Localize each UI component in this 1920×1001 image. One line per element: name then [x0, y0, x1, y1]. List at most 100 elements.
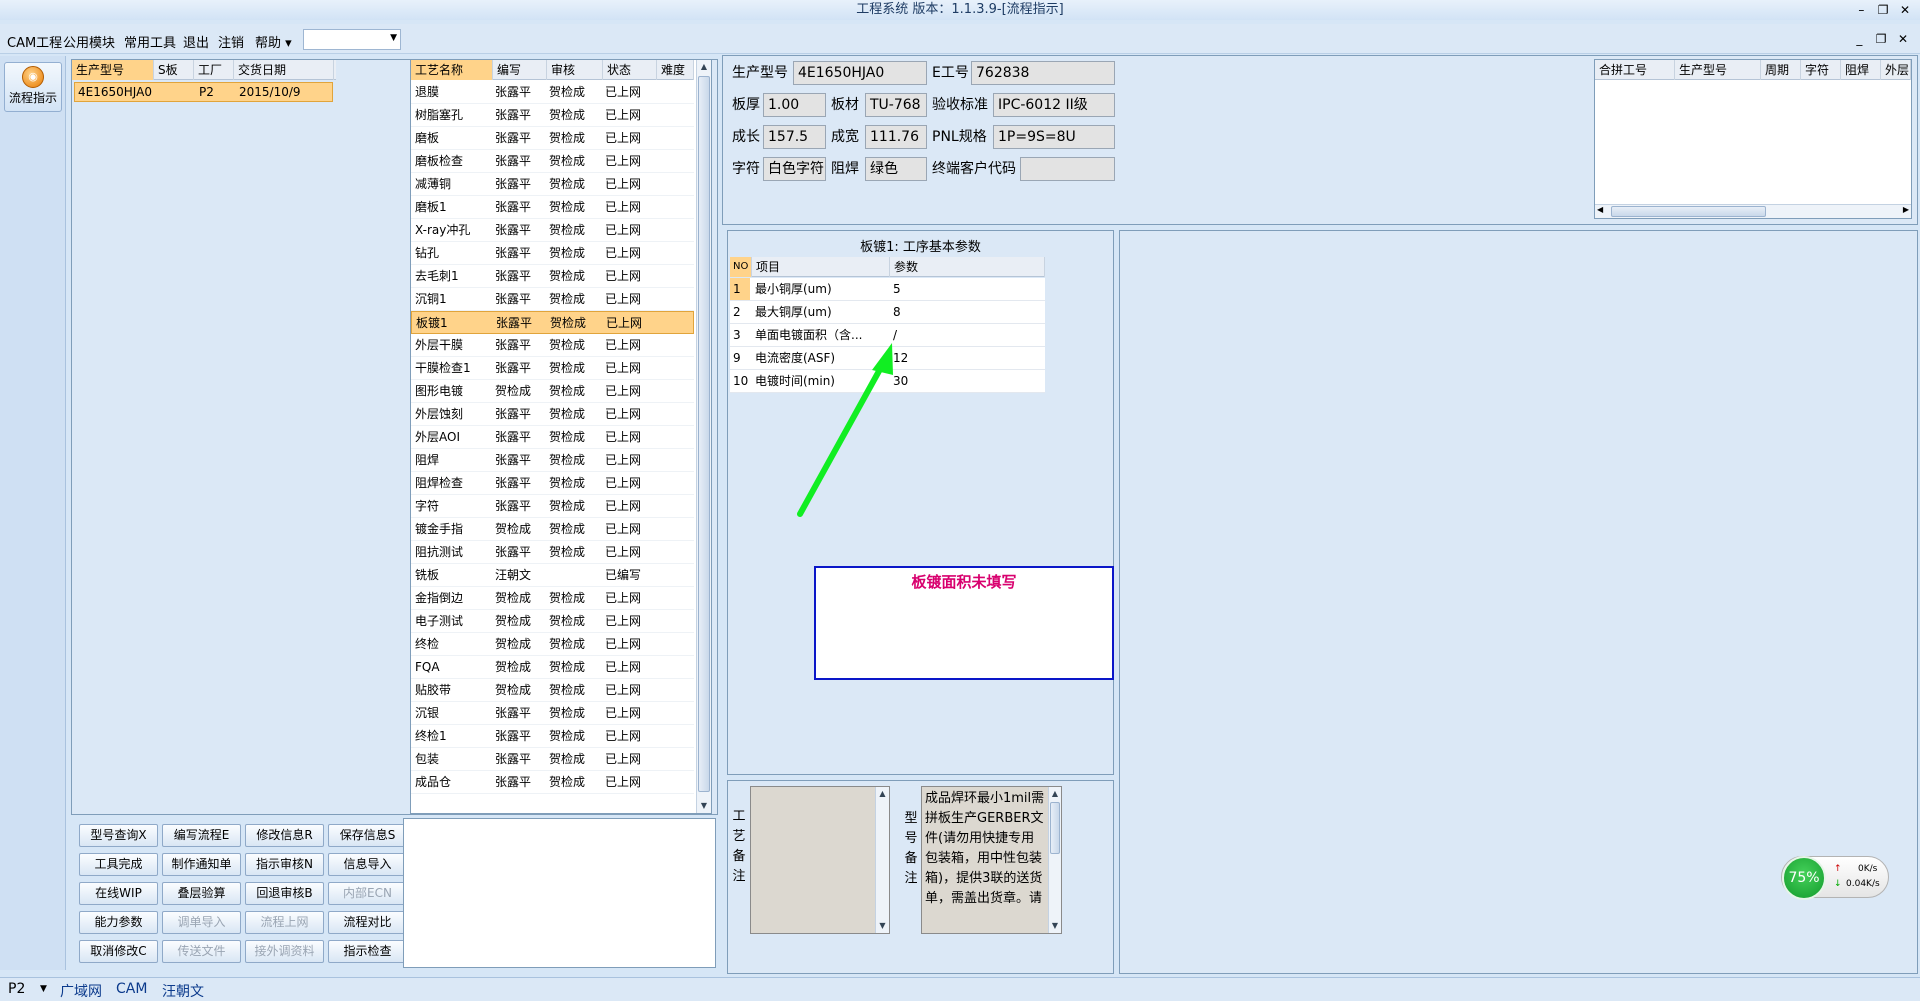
table-row[interactable]: 退膜 张露平 贺检成 已上网 [411, 81, 694, 104]
model-remark-scrollbar[interactable]: ▲ ▼ [1048, 787, 1061, 933]
action-button-2-0[interactable]: 在线WIP [79, 882, 158, 905]
merge-hscrollbar[interactable]: ◀ ▶ [1595, 204, 1911, 218]
flow-instruction-button[interactable]: ◉ 流程指示 [4, 62, 62, 112]
process-remark-scrollbar[interactable]: ▲ ▼ [875, 787, 889, 933]
hscroll-thumb[interactable] [1611, 206, 1766, 217]
field-end-customer[interactable] [1020, 157, 1115, 181]
scroll-down-icon[interactable]: ▼ [697, 799, 711, 813]
param-row[interactable]: 1 最小铜厚(um) 5 [730, 278, 1045, 301]
action-button-4-2[interactable]: 接外调资料 [245, 940, 324, 963]
field-width[interactable]: 111.76 [865, 125, 927, 149]
col-silkscreen[interactable]: 字符 [1801, 60, 1841, 80]
menu-common[interactable]: 公用模块 [63, 32, 115, 51]
col-reviewer[interactable]: 审核 [547, 60, 603, 80]
table-row[interactable]: 磨板1 张露平 贺检成 已上网 [411, 196, 694, 219]
action-button-3-2[interactable]: 流程上网 [245, 911, 324, 934]
col-delivery-date[interactable]: 交货日期 [234, 60, 334, 80]
scroll-thumb[interactable] [698, 76, 710, 792]
scroll-down-icon[interactable]: ▼ [876, 919, 889, 933]
action-button-0-2[interactable]: 修改信息R [245, 824, 324, 847]
col-process-name[interactable]: 工艺名称 [411, 60, 493, 80]
table-row[interactable]: 包装 张露平 贺检成 已上网 [411, 748, 694, 771]
scroll-right-icon[interactable]: ▶ [1903, 205, 1909, 214]
col-factory[interactable]: 工厂 [194, 60, 234, 80]
table-row[interactable]: 4E1650HJA0 P2 2015/10/9 [74, 82, 333, 102]
table-row[interactable]: 钻孔 张露平 贺检成 已上网 [411, 242, 694, 265]
menu-exit[interactable]: 退出 [183, 32, 209, 51]
table-row[interactable]: X-ray冲孔 张露平 贺检成 已上网 [411, 219, 694, 242]
menu-help[interactable]: 帮助 ▾ [255, 32, 292, 51]
process-scrollbar[interactable]: ▲ ▼ [696, 60, 711, 813]
table-row[interactable]: 字符 张露平 贺检成 已上网 [411, 495, 694, 518]
col-author[interactable]: 编写 [493, 60, 547, 80]
factory-selector[interactable]: P2 [8, 981, 25, 997]
action-button-4-1[interactable]: 传送文件 [162, 940, 241, 963]
menu-tools[interactable]: 常用工具 [124, 32, 176, 51]
param-row[interactable]: 9 电流密度(ASF) 12 [730, 347, 1045, 370]
table-row[interactable]: 铣板 汪朝文 已编写 [411, 564, 694, 587]
col-mask[interactable]: 阻焊 [1841, 60, 1881, 80]
table-row[interactable]: 磨板 张露平 贺检成 已上网 [411, 127, 694, 150]
action-button-3-3[interactable]: 流程对比 [328, 911, 407, 934]
action-button-2-2[interactable]: 回退审核B [245, 882, 324, 905]
col-cycle[interactable]: 周期 [1761, 60, 1801, 80]
action-button-4-0[interactable]: 取消修改C [79, 940, 158, 963]
col-s-board[interactable]: S板 [154, 60, 194, 80]
col-value[interactable]: 参数 [890, 257, 1045, 277]
table-row[interactable]: 沉铜1 张露平 贺检成 已上网 [411, 288, 694, 311]
mdi-restore-button[interactable]: ❐ [1872, 32, 1890, 46]
field-standard[interactable]: IPC-6012 II级 [993, 93, 1115, 117]
table-row[interactable]: 磨板检查 张露平 贺检成 已上网 [411, 150, 694, 173]
field-material[interactable]: TU-768 [865, 93, 927, 117]
table-row[interactable]: 阻焊检查 张露平 贺检成 已上网 [411, 472, 694, 495]
field-silkscreen[interactable]: 白色字符 [763, 157, 826, 181]
field-mask[interactable]: 绿色 [865, 157, 927, 181]
menu-logout[interactable]: 注销 [218, 32, 244, 51]
action-button-3-1[interactable]: 调单导入 [162, 911, 241, 934]
mdi-close-button[interactable]: ✕ [1894, 32, 1912, 46]
col-difficulty[interactable]: 难度 [657, 60, 694, 80]
menu-cam[interactable]: CAM工程 [7, 32, 62, 51]
table-row[interactable]: 终检 贺检成 贺检成 已上网 [411, 633, 694, 656]
table-row[interactable]: 阻抗测试 张露平 贺检成 已上网 [411, 541, 694, 564]
field-length[interactable]: 157.5 [763, 125, 826, 149]
action-button-0-1[interactable]: 编写流程E [162, 824, 241, 847]
field-pnl[interactable]: 1P=9S=8U [993, 125, 1115, 149]
col-status[interactable]: 状态 [603, 60, 657, 80]
action-button-0-3[interactable]: 保存信息S [328, 824, 407, 847]
table-row[interactable]: 树脂塞孔 张露平 贺检成 已上网 [411, 104, 694, 127]
table-row[interactable]: 减薄铜 张露平 贺检成 已上网 [411, 173, 694, 196]
mdi-minimize-button[interactable]: _ [1850, 32, 1868, 46]
table-row[interactable]: FQA 贺检成 贺检成 已上网 [411, 656, 694, 679]
scroll-thumb[interactable] [1050, 802, 1060, 854]
table-row[interactable]: 金指倒边 贺检成 贺检成 已上网 [411, 587, 694, 610]
col-merge-no[interactable]: 合拼工号 [1595, 60, 1675, 80]
action-button-2-3[interactable]: 内部ECN [328, 882, 407, 905]
col-model[interactable]: 生产型号 [72, 60, 154, 80]
action-button-4-3[interactable]: 指示检查 [328, 940, 407, 963]
table-row[interactable]: 板镀1 张露平 贺检成 已上网 [411, 311, 694, 334]
table-row[interactable]: 成品仓 张露平 贺检成 已上网 [411, 771, 694, 794]
action-button-0-0[interactable]: 型号查询X [79, 824, 158, 847]
table-row[interactable]: 阻焊 张露平 贺检成 已上网 [411, 449, 694, 472]
scroll-up-icon[interactable]: ▲ [1049, 787, 1061, 801]
field-e-no[interactable]: 762838 [971, 61, 1115, 85]
chevron-down-icon[interactable]: ▼ [40, 984, 47, 994]
param-row[interactable]: 2 最大铜厚(um) 8 [730, 301, 1045, 324]
minimize-button[interactable]: – [1852, 0, 1870, 20]
action-button-1-2[interactable]: 指示审核N [245, 853, 324, 876]
scroll-down-icon[interactable]: ▼ [1049, 919, 1061, 933]
table-row[interactable]: 贴胶带 贺检成 贺检成 已上网 [411, 679, 694, 702]
maximize-button[interactable]: ❐ [1874, 0, 1892, 20]
action-button-1-0[interactable]: 工具完成 [79, 853, 158, 876]
field-model[interactable]: 4E1650HJA0 [793, 61, 927, 85]
network-widget[interactable]: 75% ↑ 0K/s ↓ 0.04K/s [1781, 856, 1889, 900]
close-button[interactable]: ✕ [1896, 0, 1914, 20]
action-button-2-1[interactable]: 叠层验算 [162, 882, 241, 905]
field-thickness[interactable]: 1.00 [763, 93, 826, 117]
table-row[interactable]: 终检1 张露平 贺检成 已上网 [411, 725, 694, 748]
table-row[interactable]: 沉银 张露平 贺检成 已上网 [411, 702, 694, 725]
action-button-1-3[interactable]: 信息导入 [328, 853, 407, 876]
scroll-up-icon[interactable]: ▲ [876, 787, 889, 801]
action-button-3-0[interactable]: 能力参数 [79, 911, 158, 934]
